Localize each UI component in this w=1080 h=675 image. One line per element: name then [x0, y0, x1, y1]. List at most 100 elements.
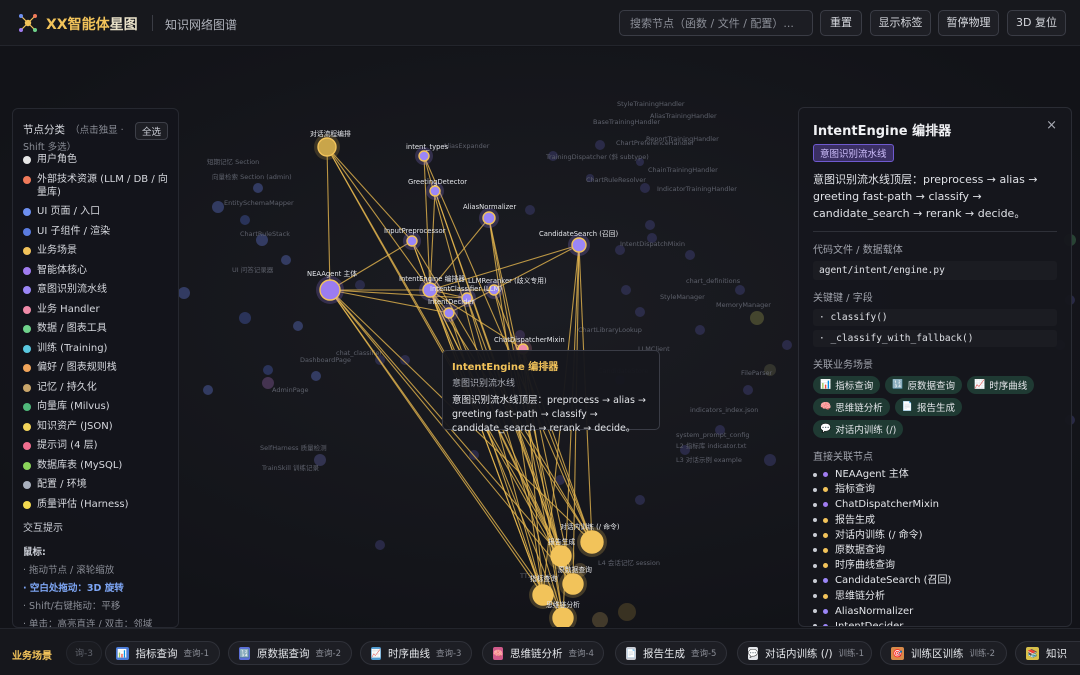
category-item[interactable]: 意图识别流水线 [23, 283, 168, 296]
related-node-item[interactable]: AliasNormalizer [813, 605, 1057, 618]
category-item[interactable]: 提示词 (4 层) [23, 439, 168, 452]
search-input[interactable] [619, 10, 813, 36]
background-node[interactable] [735, 285, 745, 295]
graph-node-label: ChatDispatcherMixin [494, 336, 565, 344]
scenario-chip[interactable]: 📊 指标查询 查询-1 [105, 641, 220, 665]
category-item[interactable]: 业务 Handler [23, 303, 168, 316]
close-icon[interactable]: × [1046, 118, 1057, 133]
background-node[interactable] [595, 140, 605, 150]
graph-node-b_raw[interactable] [562, 573, 584, 595]
background-node-label: TrainingDispatcher (斜 subtype) [545, 152, 649, 161]
scenario-chip[interactable]: 🧠 思维链分析 查询-4 [482, 641, 604, 665]
category-item[interactable]: 数据库表 (MySQL) [23, 459, 168, 472]
scene-chip[interactable]: 📄 报告生成 [894, 398, 962, 416]
scene-chip[interactable]: 📊 指标查询 [813, 376, 881, 394]
background-node[interactable] [695, 325, 705, 335]
select-all-button[interactable]: 全选 [134, 122, 168, 140]
category-item[interactable]: 外部技术资源 (LLM / DB / 向量库) [23, 173, 168, 199]
category-item[interactable]: 业务场景 [23, 244, 168, 257]
scene-chip[interactable]: 📈 时序曲线 [966, 376, 1035, 394]
background-node[interactable] [263, 365, 273, 375]
category-item[interactable]: 用户角色 [23, 153, 168, 166]
graph-node-b_cot[interactable] [552, 607, 574, 627]
category-item[interactable]: 知识资产 (JSON) [23, 420, 168, 433]
category-color-dot [23, 208, 31, 216]
graph-node-candidate[interactable] [571, 237, 587, 253]
background-node[interactable] [281, 255, 291, 265]
category-item[interactable]: 记忆 / 持久化 [23, 381, 168, 394]
background-node[interactable] [640, 183, 650, 193]
scenario-chip[interactable]: 📄 报告生成 查询-5 [615, 641, 727, 665]
scenario-chip[interactable]: 📚 知识 [1015, 641, 1080, 665]
reset-3d-button[interactable]: 3D 复位 [1007, 10, 1066, 36]
background-node[interactable] [618, 603, 636, 621]
background-node[interactable] [178, 287, 190, 299]
background-node[interactable] [635, 307, 645, 317]
background-node[interactable] [782, 340, 792, 350]
scenario-chip[interactable]: 🔢 原数据查询 查询-2 [228, 641, 352, 665]
background-node[interactable] [240, 215, 250, 225]
background-node[interactable] [293, 321, 303, 331]
background-node[interactable] [239, 312, 251, 324]
category-item[interactable]: 向量库 (Milvus) [23, 400, 168, 413]
category-item[interactable]: 质量评估 (Harness) [23, 498, 168, 511]
background-node[interactable] [203, 385, 213, 395]
related-node-item[interactable]: IntentDecider [813, 620, 1057, 626]
scene-chip[interactable]: 🧠 思维链分析 [813, 398, 890, 416]
scenario-chip-faded[interactable]: 询-3 [66, 641, 102, 665]
graph-node-b_report[interactable] [550, 545, 572, 567]
graph-node-b_training[interactable] [580, 530, 604, 554]
background-node[interactable] [645, 220, 655, 230]
graph-node-label: intent_types [406, 143, 449, 151]
related-node-dot [823, 563, 828, 569]
scenario-name: 思维链分析 [509, 647, 563, 660]
graph-node-intent_types[interactable] [418, 150, 430, 162]
category-item[interactable]: 数据 / 图表工具 [23, 322, 168, 335]
background-node[interactable] [311, 371, 321, 381]
graph-node-input_pre[interactable] [406, 235, 418, 247]
background-node[interactable] [743, 385, 753, 395]
background-node[interactable] [375, 540, 385, 550]
scenario-chip[interactable]: 💬 对话内训练 (/) 训练-1 [737, 641, 872, 665]
background-node[interactable] [525, 205, 535, 215]
scene-chip[interactable]: 💬 对话内训练 (/) [813, 420, 904, 438]
related-node-item[interactable]: 指标查询 [813, 483, 1057, 496]
related-node-item[interactable]: ChatDispatcherMixin [813, 498, 1057, 511]
graph-node-alias[interactable] [482, 211, 496, 225]
background-node[interactable] [400, 355, 410, 365]
background-node[interactable] [685, 250, 695, 260]
related-node-item[interactable]: 时序曲线查询 [813, 559, 1057, 572]
background-node[interactable] [635, 495, 645, 505]
category-item[interactable]: UI 页面 / 入口 [23, 205, 168, 218]
category-item[interactable]: 智能体核心 [23, 264, 168, 277]
background-node[interactable] [621, 285, 631, 295]
category-item[interactable]: UI 子组件 / 渲染 [23, 225, 168, 238]
category-item[interactable]: 偏好 / 图表规则栈 [23, 361, 168, 374]
background-node[interactable] [253, 183, 263, 193]
show-labels-button[interactable]: 显示标签 [870, 10, 931, 36]
related-node-item[interactable]: CandidateSearch (召回) [813, 574, 1057, 587]
related-node-item[interactable]: 对话内训练 (/ 命令) [813, 529, 1057, 542]
graph-node-decider[interactable] [443, 307, 455, 319]
graph-node-label: 对话流程编排 [310, 129, 351, 138]
related-label: 直接关联节点 [813, 452, 873, 463]
graph-node-neaagent[interactable] [319, 279, 341, 301]
related-node-item[interactable]: 思维链分析 [813, 590, 1057, 603]
category-item[interactable]: 配置 / 环境 [23, 478, 168, 491]
related-node-item[interactable]: 报告生成 [813, 514, 1057, 527]
background-node[interactable] [212, 201, 224, 213]
reset-button[interactable]: 重置 [820, 10, 862, 36]
related-node-item[interactable]: NEAAgent 主体 [813, 468, 1057, 481]
background-node[interactable] [355, 280, 365, 290]
scenario-chip[interactable]: 📈 时序曲线 查询-3 [360, 641, 472, 665]
category-item[interactable]: 训练 (Training) [23, 342, 168, 355]
scenario-bar: 业务场景 询-3 📊 指标查询 查询-1 🔢 原数据查询 查询-2 📈 时序曲线 查询-3 🧠 思维… [0, 628, 1080, 675]
scenario-chip[interactable]: 🎯 训练区训练 训练-2 [880, 641, 1007, 665]
background-node[interactable] [750, 311, 764, 325]
related-node-item[interactable]: 原数据查询 [813, 544, 1057, 557]
graph-node-top_gold[interactable] [317, 137, 337, 157]
pause-physics-button[interactable]: 暂停物理 [938, 10, 999, 36]
graph-node-greeting[interactable] [429, 185, 441, 197]
scene-chip[interactable]: 🔢 原数据查询 [885, 376, 962, 394]
background-node[interactable] [764, 454, 776, 466]
